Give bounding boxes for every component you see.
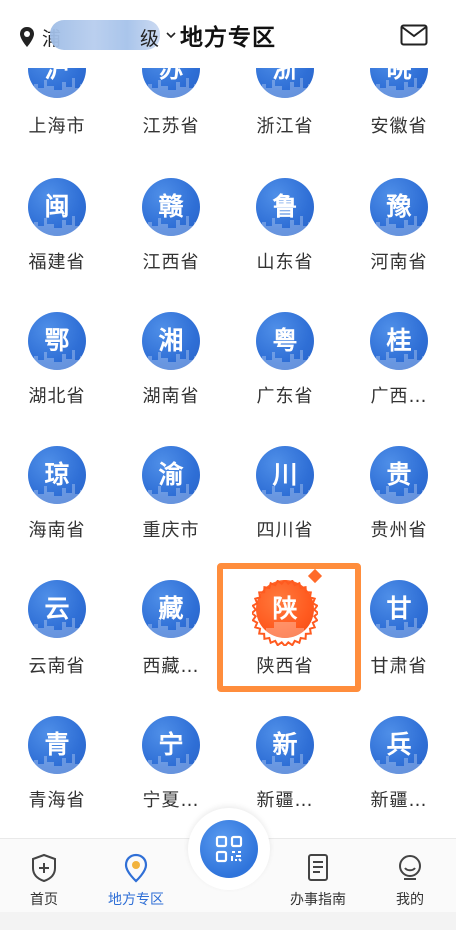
region-name: 宁夏… [142,790,200,811]
region-grid: 沪上海市苏江苏省浙浙江省皖安徽省闽福建省赣江西省鲁山东省豫河南省鄂湖北省湘湖南省… [0,0,456,840]
chevron-down-icon[interactable] [166,30,176,40]
nav-local-label: 地方专区 [108,892,164,908]
region-emblem-icon: 兵 [370,716,428,774]
nav-mine[interactable]: 我的 [370,853,450,913]
scan-button-inner [200,820,258,878]
region-emblem-glyph: 宁 [158,730,184,759]
shield-plus-icon [32,853,56,883]
system-nav-bar [0,912,456,930]
region-emblem-glyph: 兵 [386,730,412,759]
region-name: 新疆… [370,790,428,811]
qr-scan-icon [215,835,243,863]
user-face-icon [399,855,421,880]
region-emblem-icon: 青 [28,716,86,774]
region-name: 新疆… [256,790,314,811]
region-name: 青海省 [28,790,86,811]
region-item[interactable]: 兵新疆… [342,0,456,840]
location-pin-icon[interactable] [18,26,36,48]
nav-mine-label: 我的 [396,892,424,908]
nav-guide-label: 办事指南 [290,892,346,908]
mail-icon[interactable] [400,24,428,46]
nav-guide[interactable]: 办事指南 [278,853,358,913]
region-item[interactable]: 宁宁夏… [114,0,228,840]
region-emblem-glyph: 新 [272,730,298,759]
region-emblem-icon: 新 [256,716,314,774]
nav-home-label: 首页 [30,892,58,908]
location-suffix: 级 [140,28,160,50]
region-item[interactable]: 新新疆… [228,0,342,840]
region-emblem-icon: 宁 [142,716,200,774]
region-item[interactable]: 青青海省 [0,0,114,840]
highlight-ring-icon [252,580,318,646]
nav-home[interactable]: 首页 [4,853,84,913]
top-bar: 浦 级 地方专区 [0,0,456,68]
region-emblem-glyph: 青 [44,730,70,759]
page-title: 地方专区 [180,25,276,51]
location-pin-icon [124,853,148,883]
document-icon [308,854,328,881]
scan-button[interactable] [188,808,270,890]
nav-local[interactable]: 地方专区 [96,853,176,913]
